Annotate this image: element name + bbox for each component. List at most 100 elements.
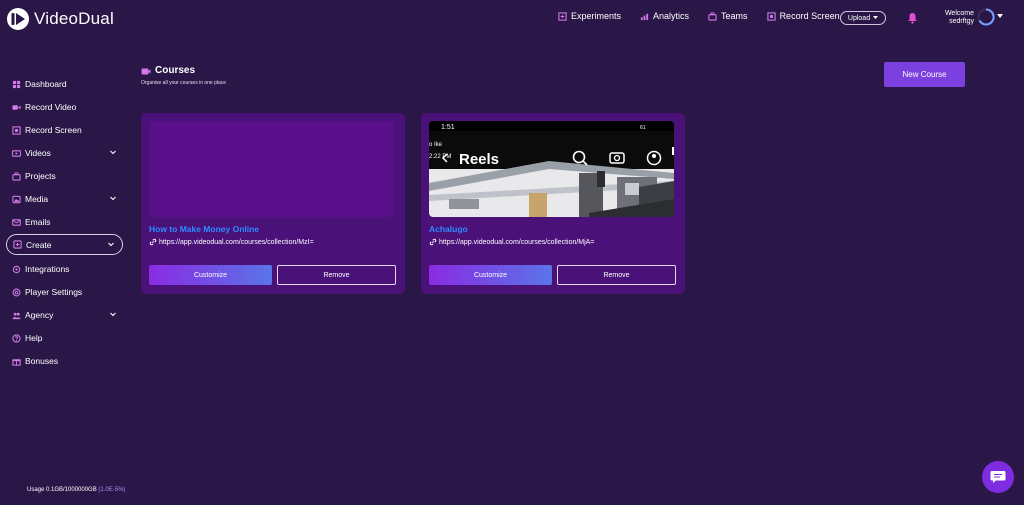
chevron-down-icon <box>108 242 114 247</box>
sidebar-item-label: Projects <box>25 171 56 181</box>
course-card: 1:51 o Ike 2:22 PM Reels 61 Achalugo htt… <box>421 113 685 294</box>
caret-down-icon <box>873 16 879 19</box>
upload-button[interactable]: Upload <box>840 11 886 25</box>
link-icon <box>429 238 437 246</box>
integrations-icon <box>12 265 21 273</box>
thumbnail-screenshot-image: 1:51 o Ike 2:22 PM Reels 61 <box>429 121 674 217</box>
course-title[interactable]: How to Make Money Online <box>149 224 259 234</box>
course-link[interactable]: https://app.videodual.com/courses/collec… <box>429 238 594 246</box>
sidebar-item-label: Videos <box>25 148 51 158</box>
thumb-caption: o Ike <box>429 142 443 148</box>
thumb-time: 1:51 <box>441 124 455 131</box>
thumb-battery: 61 <box>640 125 646 131</box>
sidebar-item-label: Help <box>25 333 43 343</box>
bonuses-icon <box>12 358 21 366</box>
sidebar-item-media[interactable]: Media <box>12 191 120 207</box>
sidebar-item-projects[interactable]: Projects <box>12 168 120 184</box>
chevron-down-icon <box>110 150 116 155</box>
page-title-text: Courses <box>155 65 196 76</box>
course-thumbnail[interactable]: 1:51 o Ike 2:22 PM Reels 61 <box>429 121 674 217</box>
remove-button[interactable]: Remove <box>277 265 396 285</box>
new-course-button[interactable]: New Course <box>884 62 965 87</box>
chat-icon <box>990 471 1006 483</box>
sidebar-item-label: Bonuses <box>25 356 59 366</box>
agency-icon <box>12 312 21 319</box>
chat-support-button[interactable] <box>982 461 1014 493</box>
sidebar-item-label: Dashboard <box>25 79 67 89</box>
sidebar-item-create[interactable]: Create <box>6 234 123 255</box>
avatar[interactable] <box>977 8 995 26</box>
sidebar-item-record-video[interactable]: Record Video <box>12 99 120 115</box>
remove-button[interactable]: Remove <box>557 265 676 285</box>
record-screen-icon <box>12 125 21 135</box>
course-thumbnail[interactable] <box>149 121 394 217</box>
customize-button[interactable]: Customize <box>149 265 272 285</box>
dashboard-icon <box>12 80 21 88</box>
welcome-label: Welcome <box>944 10 974 17</box>
page-title: Courses <box>141 65 195 76</box>
chevron-down-icon <box>110 312 116 317</box>
sidebar-item-label: Media <box>25 194 49 204</box>
notification-bell-icon[interactable] <box>907 12 918 24</box>
topnav-analytics[interactable]: Analytics <box>640 11 689 21</box>
sidebar-item-agency[interactable]: Agency <box>12 307 120 323</box>
usage-label: Usage 0.1GB/1000000GB <box>27 487 97 493</box>
record-screen-icon <box>766 11 776 21</box>
app-logo[interactable]: VideoDual <box>6 7 114 31</box>
sidebar-item-label: Player Settings <box>25 287 83 297</box>
upload-label: Upload <box>847 14 871 22</box>
video-camera-icon <box>12 104 21 110</box>
sidebar-item-label: Agency <box>25 310 54 320</box>
sidebar-item-label: Record Screen <box>25 125 82 135</box>
sidebar-item-dashboard[interactable]: Dashboard <box>12 76 120 92</box>
chevron-down-icon <box>110 196 116 201</box>
topnav-label: Teams <box>721 11 748 21</box>
sidebar-item-bonuses[interactable]: Bonuses <box>12 353 120 369</box>
player-settings-icon <box>12 288 21 296</box>
top-bar: VideoDual Experiments Analytics Teams Re… <box>0 0 1024 36</box>
teams-icon <box>708 11 717 21</box>
customize-button[interactable]: Customize <box>429 265 552 285</box>
thumb-heading: Reels <box>459 151 499 168</box>
analytics-icon <box>640 13 649 20</box>
sidebar-item-label: Emails <box>25 217 51 227</box>
topnav-experiments[interactable]: Experiments <box>558 11 621 21</box>
course-link-text: https://app.videodual.com/courses/collec… <box>439 238 595 246</box>
media-icon <box>12 195 21 203</box>
help-icon <box>12 333 21 343</box>
experiments-icon <box>558 11 567 21</box>
sidebar-item-label: Create <box>26 239 52 250</box>
sidebar-item-help[interactable]: Help <box>12 330 120 346</box>
sidebar-item-videos[interactable]: Videos <box>12 145 120 161</box>
course-link-text: https://app.videodual.com/courses/collec… <box>159 238 314 246</box>
create-icon <box>13 240 22 249</box>
sidebar-item-player-settings[interactable]: Player Settings <box>12 284 120 300</box>
projects-icon <box>12 171 21 181</box>
username: sedrftgy <box>949 18 974 25</box>
topnav-label: Analytics <box>653 11 690 21</box>
thumb-timestamp: 2:22 PM <box>429 154 451 160</box>
usage-percent: (1.0E-5%) <box>98 487 126 493</box>
courses-icon <box>141 68 151 74</box>
videodual-logo-icon <box>7 8 29 30</box>
profile-caret-icon[interactable] <box>997 14 1003 19</box>
sidebar-item-label: Integrations <box>25 264 70 274</box>
sidebar-item-integrations[interactable]: Integrations <box>12 261 120 277</box>
app-name: VideoDual <box>34 9 114 28</box>
link-icon <box>149 238 157 246</box>
course-link[interactable]: https://app.videodual.com/courses/collec… <box>149 238 314 246</box>
topnav-record-screen[interactable]: Record Screen <box>766 11 840 21</box>
course-title[interactable]: Achalugo <box>429 224 468 234</box>
sidebar-item-record-screen[interactable]: Record Screen <box>12 122 120 138</box>
welcome-text: Welcome sedrftgy <box>940 10 974 26</box>
topnav-label: Record Screen <box>779 11 840 21</box>
page-subtitle: Organise all your courses in one place <box>141 80 227 86</box>
sidebar-item-emails[interactable]: Emails <box>12 214 120 230</box>
sidebar-item-label: Record Video <box>25 102 77 112</box>
storage-usage: Usage 0.1GB/1000000GB (1.0E-5%) <box>27 487 125 493</box>
topnav-teams[interactable]: Teams <box>708 11 748 21</box>
email-icon <box>12 218 21 226</box>
topnav-label: Experiments <box>571 11 622 21</box>
sidebar: Dashboard Record Video Record Screen Vid… <box>0 36 130 505</box>
top-nav: Experiments Analytics Teams Record Scree… <box>558 11 859 21</box>
